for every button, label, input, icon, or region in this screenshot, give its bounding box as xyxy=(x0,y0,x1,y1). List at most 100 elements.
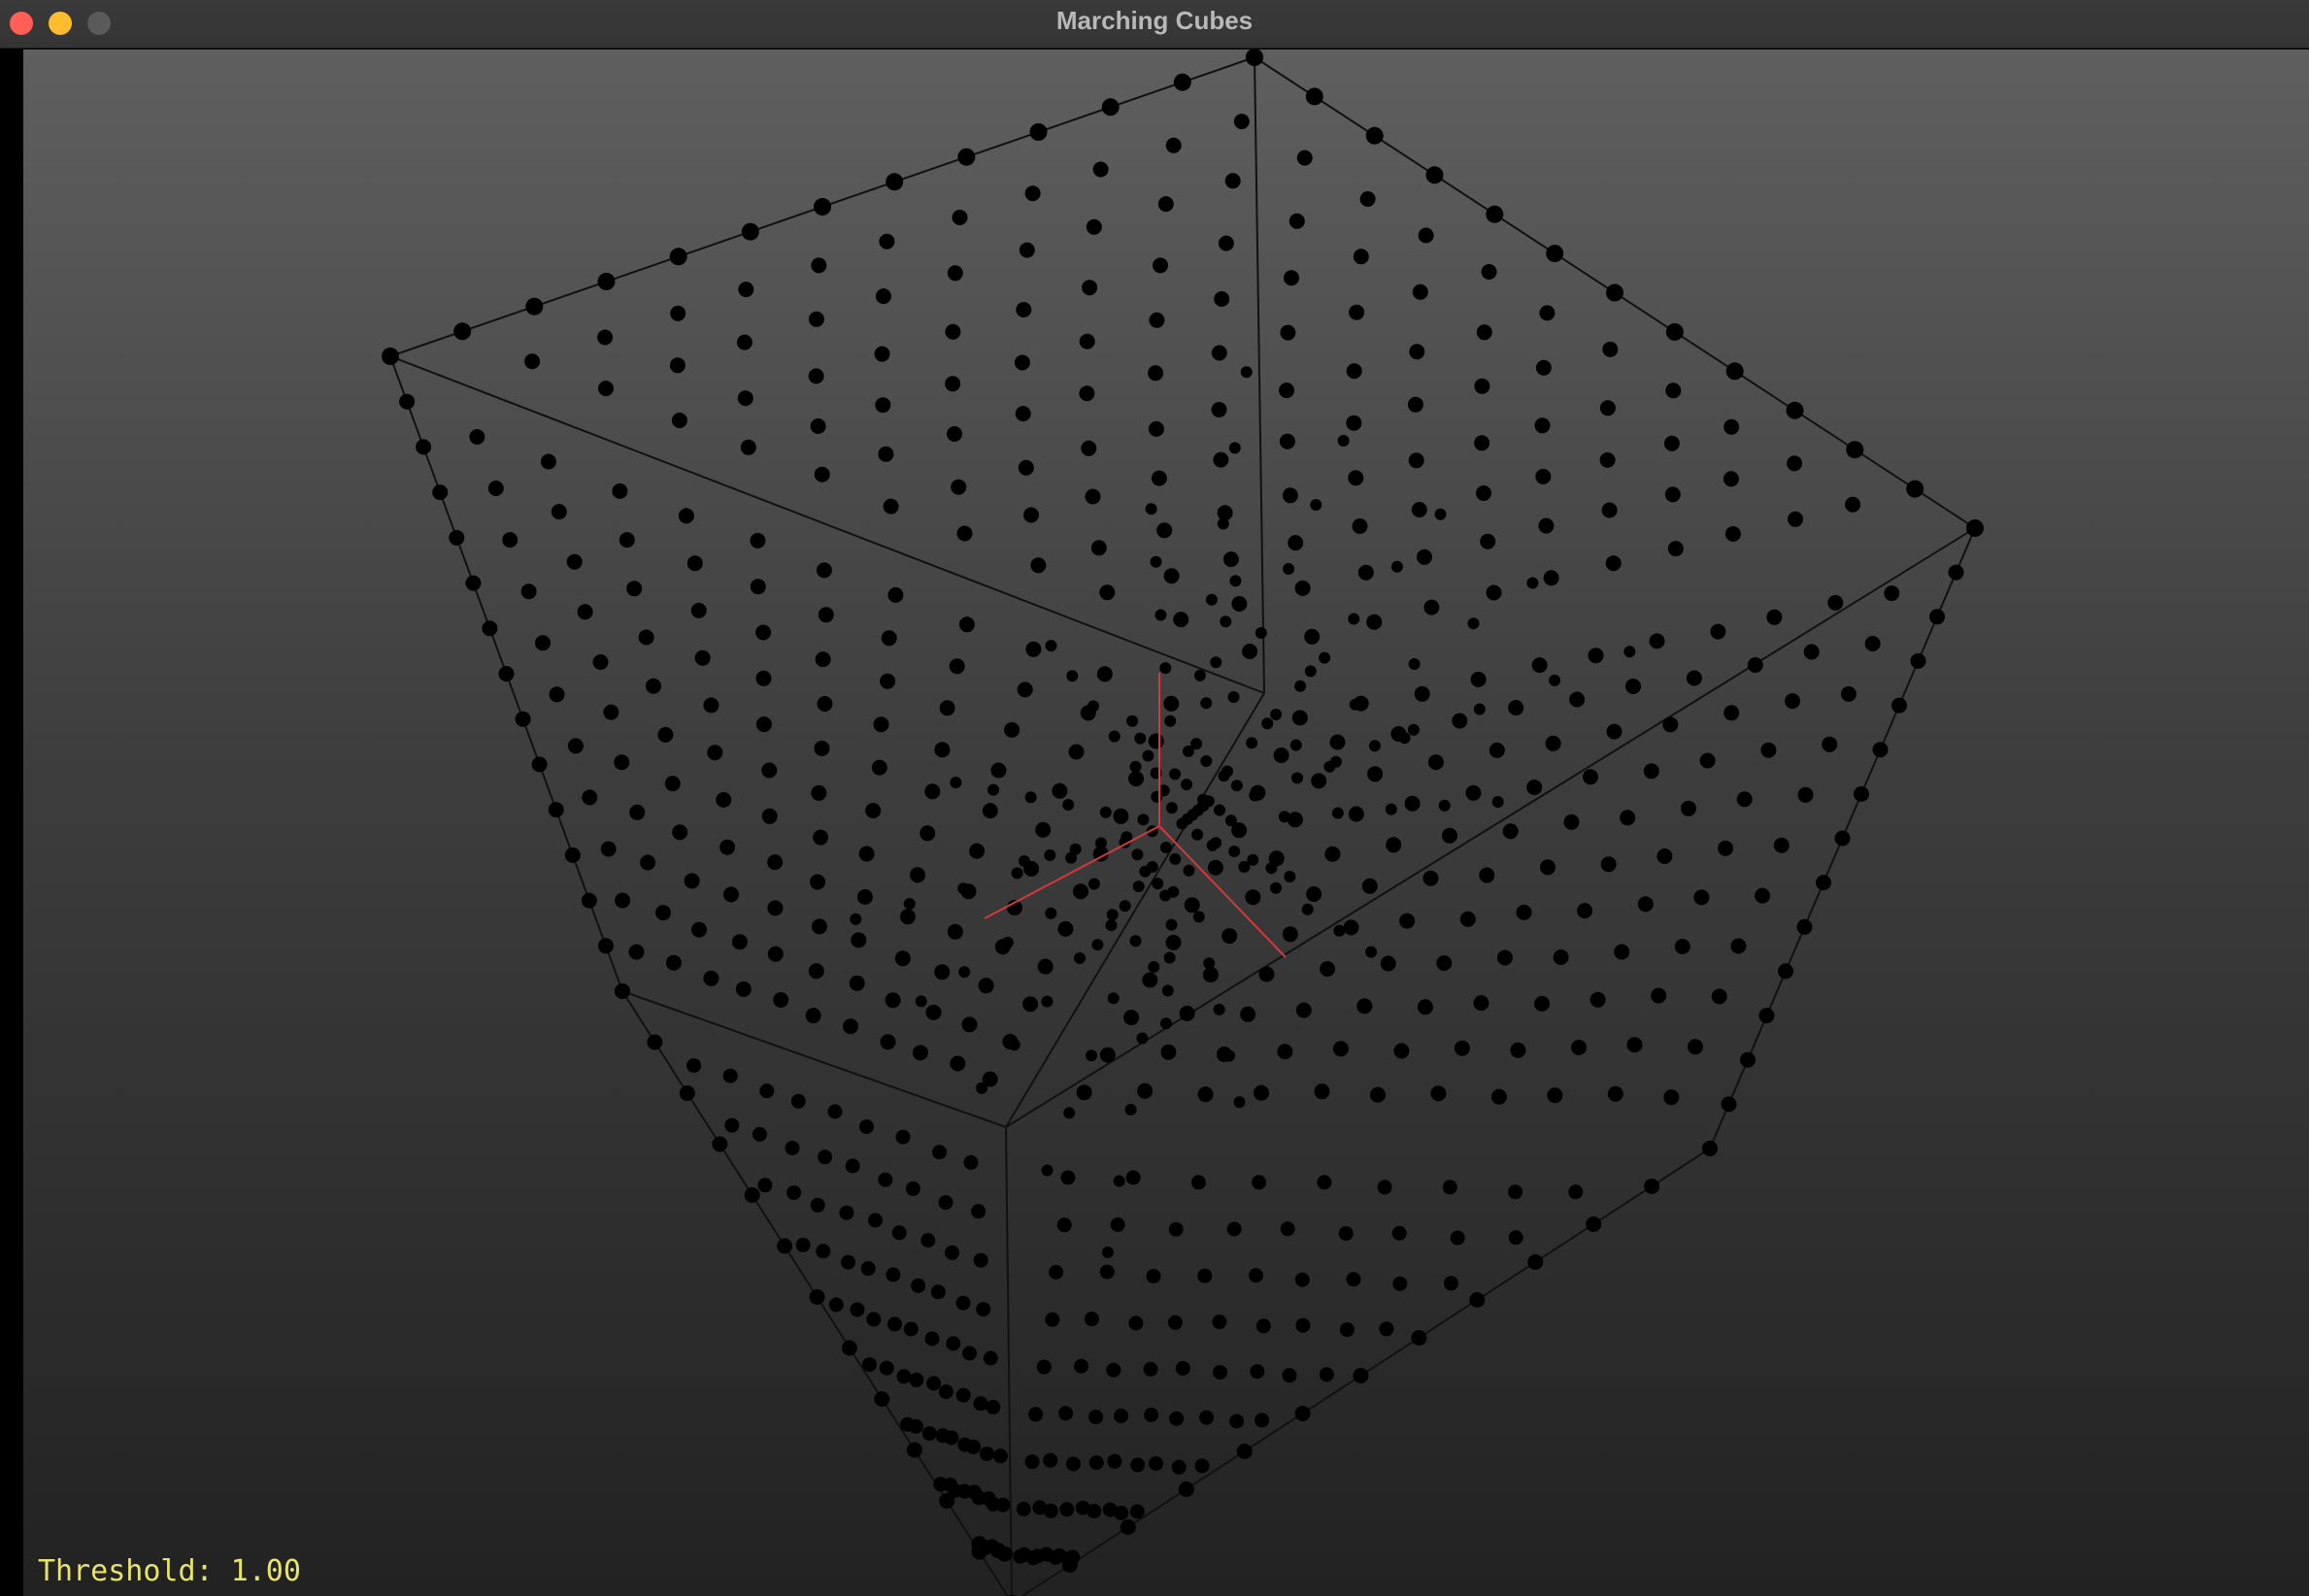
grid-point xyxy=(1045,907,1057,919)
grid-point xyxy=(1294,1272,1310,1287)
grid-point xyxy=(1137,814,1150,826)
grid-point xyxy=(1024,1454,1040,1470)
grid-point xyxy=(1168,1221,1184,1237)
grid-point xyxy=(1474,378,1490,394)
grid-point xyxy=(1076,1084,1092,1101)
grid-point xyxy=(1747,657,1763,673)
grid-point xyxy=(1210,656,1222,669)
grid-point xyxy=(1404,795,1421,812)
grid-point xyxy=(1773,837,1790,853)
grid-point xyxy=(1332,1041,1349,1057)
grid-point xyxy=(1489,742,1505,758)
grid-point xyxy=(930,1284,946,1300)
grid-point xyxy=(1508,1230,1523,1246)
grid-point xyxy=(1202,967,1219,982)
grid-point xyxy=(1827,594,1844,611)
grid-point xyxy=(811,257,827,274)
grid-point xyxy=(920,825,936,842)
grid-point xyxy=(1059,1502,1075,1517)
grid-point xyxy=(1052,782,1068,799)
grid-point xyxy=(924,783,941,800)
grid-point xyxy=(1131,848,1144,861)
grid-point xyxy=(874,346,890,362)
grid-point xyxy=(860,1261,876,1277)
grid-point xyxy=(1169,768,1182,781)
grid-point xyxy=(811,784,827,801)
grid-point xyxy=(723,886,739,903)
grid-point xyxy=(875,288,891,305)
grid-point xyxy=(1425,166,1444,184)
grid-point xyxy=(920,1233,936,1248)
grid-point xyxy=(956,525,973,542)
grid-point xyxy=(712,1136,728,1152)
grid-point xyxy=(759,1083,775,1099)
grid-point xyxy=(1106,909,1119,921)
grid-point xyxy=(814,740,830,756)
grid-point xyxy=(858,1119,874,1135)
grid-point xyxy=(1368,740,1381,752)
grid-point xyxy=(615,983,630,999)
grid-point xyxy=(1146,1269,1161,1284)
grid-point xyxy=(1221,928,1238,945)
grid-point xyxy=(767,946,784,962)
grid-point xyxy=(885,992,901,1009)
grid-point xyxy=(883,498,899,515)
grid-point xyxy=(1407,723,1420,736)
grid-point xyxy=(1365,126,1384,145)
grid-point xyxy=(603,704,619,720)
grid-point xyxy=(1296,150,1313,166)
grid-point xyxy=(910,867,925,883)
grid-point xyxy=(540,453,556,470)
grid-point xyxy=(1030,557,1047,574)
grid-point xyxy=(1095,837,1107,849)
grid-point xyxy=(1065,1549,1081,1565)
grid-point xyxy=(1058,1406,1074,1421)
grid-point xyxy=(1845,496,1861,513)
grid-point xyxy=(1444,1276,1458,1291)
grid-point xyxy=(1906,480,1924,498)
3d-viewport[interactable]: Threshold: 1.00 xyxy=(23,50,2309,1596)
grid-point xyxy=(735,981,752,997)
grid-point xyxy=(1370,1086,1386,1103)
grid-point xyxy=(880,673,896,689)
grid-point xyxy=(887,1316,902,1332)
grid-point xyxy=(1510,1042,1526,1058)
volume-scene[interactable] xyxy=(23,50,2309,1596)
grid-point xyxy=(597,329,614,346)
grid-point xyxy=(383,349,398,364)
grid-point xyxy=(1718,840,1734,856)
window-titlebar[interactable]: Marching Cubes xyxy=(0,0,2309,49)
grid-point xyxy=(1545,735,1561,751)
grid-point xyxy=(978,978,994,994)
grid-point xyxy=(1891,697,1907,714)
grid-point xyxy=(1240,1006,1256,1022)
grid-point xyxy=(1001,936,1014,948)
grid-point xyxy=(1250,1364,1265,1380)
grid-point xyxy=(1602,341,1619,357)
grid-point xyxy=(1929,609,1945,625)
grid-point xyxy=(1788,511,1803,527)
grid-point xyxy=(690,602,707,618)
grid-point xyxy=(1099,584,1116,601)
grid-point xyxy=(1508,1184,1523,1200)
grid-point xyxy=(1377,1180,1392,1195)
grid-point xyxy=(924,1331,940,1347)
grid-point xyxy=(814,466,830,482)
grid-point xyxy=(1146,861,1158,873)
grid-point xyxy=(1088,700,1099,713)
grid-point xyxy=(1165,802,1178,815)
grid-point xyxy=(755,624,772,641)
grid-point xyxy=(626,581,643,597)
grid-point xyxy=(664,776,681,792)
grid-point xyxy=(567,738,584,754)
grid-point xyxy=(1203,957,1216,970)
grid-point xyxy=(1599,451,1616,468)
grid-point xyxy=(1088,878,1100,890)
grid-point xyxy=(1508,700,1524,715)
grid-point xyxy=(1816,875,1831,891)
grid-point xyxy=(1864,636,1881,651)
grid-point xyxy=(1123,1010,1140,1026)
grid-point xyxy=(1247,853,1259,866)
grid-point xyxy=(1255,1318,1271,1334)
grid-point xyxy=(1538,517,1555,534)
